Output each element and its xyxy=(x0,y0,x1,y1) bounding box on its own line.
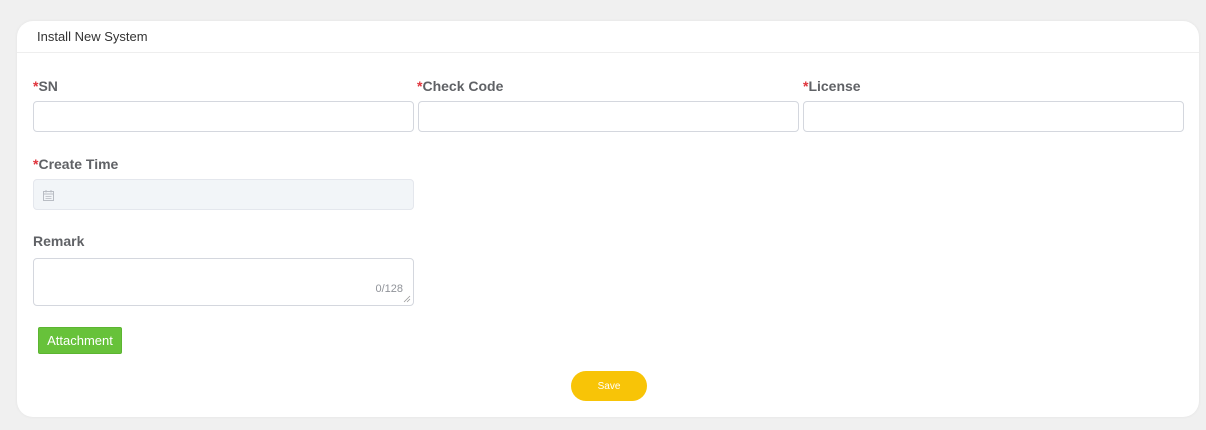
save-button[interactable]: Save xyxy=(571,371,647,401)
sn-label: *SN xyxy=(33,78,58,94)
create-time-picker[interactable] xyxy=(33,179,414,210)
install-system-card: Install New System *SN *Check Code *Lice… xyxy=(17,21,1199,417)
license-input[interactable] xyxy=(803,101,1184,132)
calendar-icon xyxy=(43,190,54,201)
license-label: *License xyxy=(803,78,861,94)
card-header: Install New System xyxy=(17,21,1199,53)
remark-label: Remark xyxy=(33,233,85,249)
remark-textarea[interactable]: 0/128 xyxy=(33,258,414,306)
char-counter: 0/128 xyxy=(375,283,403,295)
sn-input[interactable] xyxy=(33,101,414,132)
page-title: Install New System xyxy=(37,29,148,44)
check-code-input[interactable] xyxy=(418,101,799,132)
attachment-button[interactable]: Attachment xyxy=(38,327,122,354)
check-code-label: *Check Code xyxy=(417,78,504,94)
create-time-label: *Create Time xyxy=(33,156,119,172)
resize-handle-icon[interactable] xyxy=(403,295,411,303)
